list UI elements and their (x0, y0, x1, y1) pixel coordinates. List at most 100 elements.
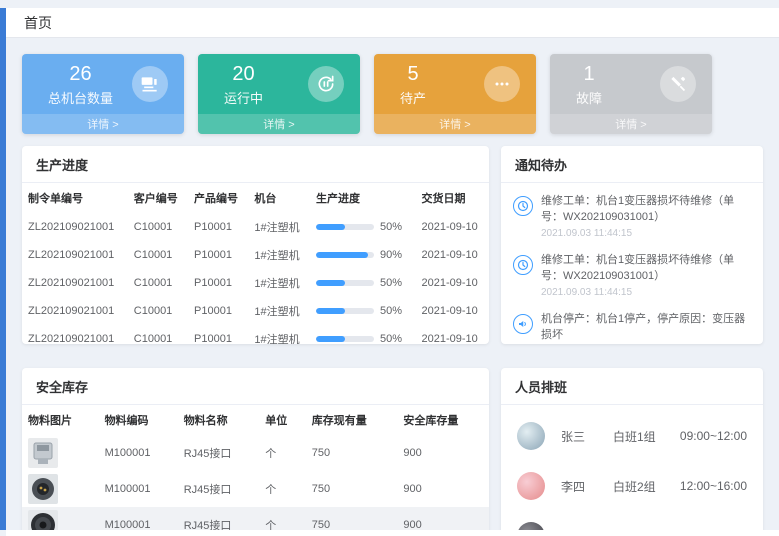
production-progress-title: 生产进度 (22, 146, 489, 183)
card-main: 1 故障 (550, 54, 712, 114)
safety-stock: 900 (397, 471, 489, 507)
progress-percent: 50 (380, 333, 402, 344)
notification-text: 机台停产：机台1停产，停产原因：变压器损坏 (541, 312, 751, 344)
material-name: RJ45接口 (178, 471, 260, 507)
bottom-edge (6, 530, 779, 536)
card-total-machines[interactable]: 26 总机台数量 详情 > (22, 54, 184, 134)
rj45-connector-image (28, 438, 58, 468)
notification-item[interactable]: 维修工单：机台1变压器损坏待维修（单号：WX202109031001） 2021… (513, 187, 751, 246)
customer-no: C10001 (128, 241, 188, 269)
machine-name: 1#注塑机 (248, 213, 310, 241)
dashboard-page: 首页 26 总机台数量 详情 > 20 运行中 (6, 0, 779, 536)
material-code: M100001 (99, 471, 178, 507)
product-no: P10001 (188, 297, 248, 325)
customer-no: C10001 (128, 269, 188, 297)
notification-item[interactable]: 机台停产：机台1停产，停产原因：变压器损坏 2021.09.03 11:44:1… (513, 305, 751, 344)
round-connector-image (28, 474, 58, 504)
notification-text: 维修工单：机台1变压器损坏待维修（单号：WX202109031001） (541, 253, 751, 285)
delivery-date: 2021-09-10 (415, 297, 489, 325)
staff-row: 李四 白班2组 12:00~16:00 (517, 461, 747, 511)
staff-time: 12:00~16:00 (680, 479, 747, 493)
card-waiting[interactable]: 5 待产 详情 > (374, 54, 536, 134)
stat-cards: 26 总机台数量 详情 > 20 运行中 详情 > (6, 38, 779, 146)
production-table: 制令单编号 客户编号 产品编号 机台 生产进度 交货日期 ZL202109021… (22, 183, 489, 344)
notification-time: 2021.09.03 11:44:15 (541, 287, 751, 298)
card-info: 1 故障 (576, 62, 602, 107)
progress-percent: 50 (380, 305, 402, 317)
production-progress-panel: 生产进度 制令单编号 客户编号 产品编号 机台 生产进度 交货日期 ZL2021… (22, 146, 489, 344)
order-no: ZL202109021001 (22, 297, 128, 325)
safety-stock-title: 安全库存 (22, 368, 489, 405)
material-unit: 个 (259, 471, 305, 507)
progress-percent: 90 (380, 249, 402, 261)
total-machines-label: 总机台数量 (48, 88, 113, 107)
total-machines-value: 26 (48, 62, 113, 86)
col-unit: 单位 (259, 405, 305, 435)
notifications-title: 通知待办 (501, 146, 763, 183)
order-no: ZL202109021001 (22, 269, 128, 297)
stock-on-hand: 750 (306, 435, 398, 471)
avatar (517, 422, 545, 450)
progress-percent: 50 (380, 277, 402, 289)
staff-schedule-title: 人员排班 (501, 368, 763, 405)
delivery-date: 2021-09-10 (415, 325, 489, 344)
clock-icon (513, 196, 533, 216)
running-label: 运行中 (224, 88, 263, 107)
notification-text: 维修工单：机台1变压器损坏待维修（单号：WX202109031001） (541, 194, 751, 226)
fault-value: 1 (576, 62, 602, 86)
progress-bar: 50 (316, 305, 410, 317)
progress-bar: 90 (316, 249, 410, 261)
order-no: ZL202109021001 (22, 325, 128, 344)
machine-icon (132, 66, 168, 102)
staff-name: 李四 (561, 478, 613, 495)
staff-list: 张三 白班1组 09:00~12:00 李四 白班2组 12:00~16:00 … (501, 405, 763, 536)
card-fault[interactable]: 1 故障 详情 > (550, 54, 712, 134)
customer-no: C10001 (128, 297, 188, 325)
product-no: P10001 (188, 325, 248, 344)
production-row: ZL202109021001 C10001 P10001 1#注塑机 50 20… (22, 297, 489, 325)
inventory-row: M100001 RJ45接口 个 750 900 (22, 435, 489, 471)
fault-icon (660, 66, 696, 102)
notification-item[interactable]: 维修工单：机台1变压器损坏待维修（单号：WX202109031001） 2021… (513, 246, 751, 305)
dashboard-grid: 生产进度 制令单编号 客户编号 产品编号 机台 生产进度 交货日期 ZL2021… (6, 146, 779, 536)
waiting-label: 待产 (400, 88, 426, 107)
fault-detail-link[interactable]: 详情 > (550, 114, 712, 134)
card-running[interactable]: 20 运行中 详情 > (198, 54, 360, 134)
total-machines-detail-link[interactable]: 详情 > (22, 114, 184, 134)
sidebar-edge (0, 8, 6, 530)
col-progress: 生产进度 (310, 183, 416, 213)
col-material-code: 物料编码 (99, 405, 178, 435)
production-row: ZL202109021001 C10001 P10001 1#注塑机 50 20… (22, 213, 489, 241)
production-row: ZL202109021001 C10001 P10001 1#注塑机 50 20… (22, 325, 489, 344)
inventory-row: M100001 RJ45接口 个 750 900 (22, 471, 489, 507)
card-main: 26 总机台数量 (22, 54, 184, 114)
customer-no: C10001 (128, 325, 188, 344)
running-icon (308, 66, 344, 102)
product-no: P10001 (188, 269, 248, 297)
machine-name: 1#注塑机 (248, 269, 310, 297)
col-safety-stock: 安全库存量 (397, 405, 489, 435)
speaker-icon (513, 314, 533, 334)
notification-body: 维修工单：机台1变压器损坏待维修（单号：WX202109031001） 2021… (541, 194, 751, 239)
col-order-no: 制令单编号 (22, 183, 128, 213)
waiting-detail-link[interactable]: 详情 > (374, 114, 536, 134)
running-detail-link[interactable]: 详情 > (198, 114, 360, 134)
customer-no: C10001 (128, 213, 188, 241)
staff-row: 张三 白班1组 09:00~12:00 (517, 411, 747, 461)
progress-bar: 50 (316, 221, 410, 233)
col-material-image: 物料图片 (22, 405, 99, 435)
card-info: 20 运行中 (224, 62, 263, 107)
material-code: M100001 (99, 435, 178, 471)
production-row: ZL202109021001 C10001 P10001 1#注塑机 90 20… (22, 241, 489, 269)
card-main: 20 运行中 (198, 54, 360, 114)
col-stock-on-hand: 库存现有量 (306, 405, 398, 435)
page-title: 首页 (24, 13, 52, 33)
production-header-row: 制令单编号 客户编号 产品编号 机台 生产进度 交货日期 (22, 183, 489, 213)
notification-list: 维修工单：机台1变压器损坏待维修（单号：WX202109031001） 2021… (501, 183, 763, 344)
notification-body: 维修工单：机台1变压器损坏待维修（单号：WX202109031001） 2021… (541, 253, 751, 298)
running-value: 20 (224, 62, 263, 86)
waiting-value: 5 (400, 62, 426, 86)
stock-on-hand: 750 (306, 471, 398, 507)
col-delivery-date: 交货日期 (415, 183, 489, 213)
avatar (517, 472, 545, 500)
